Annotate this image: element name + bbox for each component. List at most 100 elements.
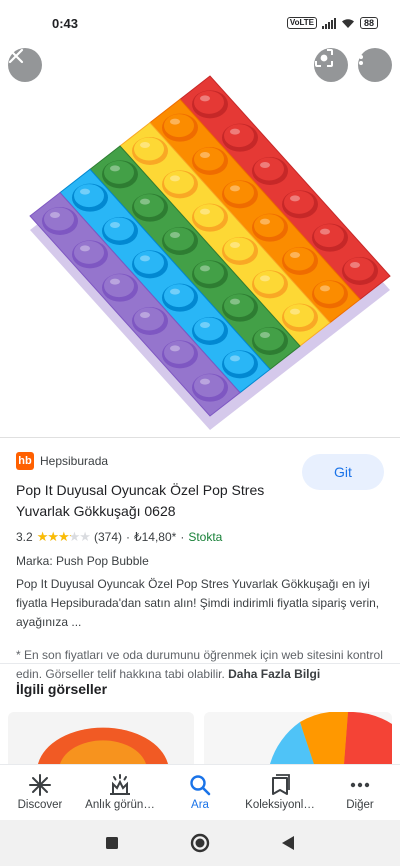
- toy-bubble: [164, 340, 194, 364]
- toy-bubble: [194, 260, 224, 284]
- toy-bubble-highlight: [200, 95, 210, 102]
- toy-bubble: [164, 170, 194, 194]
- toy-bubble: [224, 180, 254, 204]
- more-horiz-icon: [350, 782, 370, 788]
- review-count: (374): [93, 530, 122, 544]
- toy-bubble: [314, 280, 344, 304]
- close-button[interactable]: [8, 48, 42, 82]
- recents-icon[interactable]: [105, 836, 119, 850]
- toy-bubble: [74, 184, 104, 208]
- rating-row: 3.2 ★★★★★★★★★★ (374) · ₺14,80* · Stokta: [16, 529, 384, 545]
- go-button[interactable]: Git: [302, 454, 384, 490]
- toy-bubble-highlight: [140, 255, 150, 262]
- toy-bubble: [134, 250, 164, 274]
- toy-bubble-highlight: [200, 378, 210, 385]
- toy-bubble-highlight: [200, 265, 210, 272]
- toy-bubble: [134, 307, 164, 331]
- rating-value: 3.2: [16, 530, 33, 544]
- toy-bubble-highlight: [320, 228, 330, 235]
- battery-level: 88: [363, 18, 374, 28]
- toy-bubble: [224, 237, 254, 261]
- toy-bubble-highlight: [230, 128, 240, 135]
- star-rating: ★★★★★★★★★★: [36, 529, 91, 544]
- toy-bubble-highlight: [230, 185, 240, 192]
- toy-bubble: [164, 284, 194, 308]
- source-logo: hb: [16, 452, 34, 470]
- toy-bubble: [164, 114, 194, 138]
- toy-bubble-highlight: [290, 195, 300, 202]
- home-icon[interactable]: [190, 833, 210, 853]
- more-vert-icon: [359, 49, 363, 65]
- signal-icon: [321, 17, 336, 29]
- toy-bubble: [284, 304, 314, 328]
- toy-bubble: [224, 350, 254, 374]
- toy-bubble-highlight: [80, 188, 90, 195]
- toy-bubble: [254, 327, 284, 351]
- toy-bubble: [134, 194, 164, 218]
- toy-bubble: [164, 227, 194, 251]
- toy-bubble: [194, 90, 224, 114]
- nav-search[interactable]: Ara: [160, 765, 240, 820]
- star-rating-fill: ★★★★★: [36, 529, 71, 544]
- toy-bubble-highlight: [170, 175, 180, 182]
- nav-updates[interactable]: Anlık görün…: [80, 765, 160, 820]
- nav-label: Discover: [17, 799, 63, 811]
- toy-bubble: [254, 214, 284, 238]
- lens-button[interactable]: [314, 48, 348, 82]
- toy-bubble: [314, 224, 344, 248]
- toy-bubble-highlight: [170, 232, 180, 238]
- price: ₺14,80*: [133, 530, 177, 544]
- toy-bubble-highlight: [230, 298, 240, 305]
- discover-icon: [29, 774, 51, 796]
- lens-icon: [315, 49, 333, 67]
- toy-bubble-highlight: [50, 212, 60, 218]
- toy-bubble: [134, 137, 164, 161]
- back-icon[interactable]: [281, 835, 295, 851]
- toy-bubble-highlight: [260, 332, 270, 338]
- product-image[interactable]: [0, 46, 400, 436]
- nav-collections[interactable]: Koleksiyonl…: [240, 765, 320, 820]
- toy-bubble: [284, 247, 314, 271]
- related-image-thumbnail: [8, 712, 194, 764]
- toy-bubble: [44, 207, 74, 231]
- toy-bubble-highlight: [350, 262, 360, 268]
- result-title[interactable]: Pop It Duyusal Oyuncak Özel Pop Stres Yu…: [16, 480, 288, 522]
- description: Pop It Duyusal Oyuncak Özel Pop Stres Yu…: [16, 577, 380, 629]
- separator: ·: [125, 530, 130, 544]
- toy-bubble: [194, 317, 224, 341]
- toy-bubble: [254, 270, 284, 294]
- related-image-thumbnail: [204, 712, 392, 764]
- toy-bubble-highlight: [200, 152, 210, 158]
- toy-bubble: [344, 257, 374, 281]
- related-image[interactable]: [8, 712, 194, 764]
- availability: Stokta: [188, 530, 223, 544]
- related-image[interactable]: [204, 712, 392, 764]
- more-options-button[interactable]: [358, 48, 392, 82]
- toy-bubble: [104, 274, 134, 298]
- bottom-navigation: Discover Anlık görün… Ara Koleksiyonl… D…: [0, 764, 400, 820]
- volte-icon: VoLTE: [286, 17, 317, 29]
- toy-bubble-highlight: [230, 355, 240, 362]
- nav-label: Ara: [191, 799, 209, 811]
- more-info-link[interactable]: Daha Fazla Bilgi: [228, 667, 320, 681]
- toy-bubble: [194, 204, 224, 228]
- source-name: Hepsiburada: [40, 454, 109, 468]
- divider: [0, 663, 400, 664]
- nav-label: Anlık görün…: [85, 799, 155, 811]
- toy-bubble-highlight: [260, 275, 270, 282]
- collections-icon: [272, 774, 290, 795]
- toy-bubble-highlight: [110, 165, 120, 172]
- image-viewer: [0, 46, 400, 436]
- toy-bubble: [254, 157, 284, 181]
- toy-bubble-highlight: [110, 222, 120, 228]
- toy-bubble-highlight: [140, 198, 150, 205]
- battery-icon: 88: [359, 17, 378, 29]
- search-icon: [190, 775, 211, 796]
- nav-discover[interactable]: Discover: [0, 765, 80, 820]
- nav-more[interactable]: Diğer: [320, 765, 400, 820]
- separator: ·: [180, 530, 185, 544]
- status-bar: 0:43 VoLTE 88: [0, 0, 400, 46]
- toy-bubble-highlight: [170, 118, 180, 125]
- toy-bubble-highlight: [200, 208, 210, 215]
- related-images-title: İlgili görseller: [16, 681, 108, 697]
